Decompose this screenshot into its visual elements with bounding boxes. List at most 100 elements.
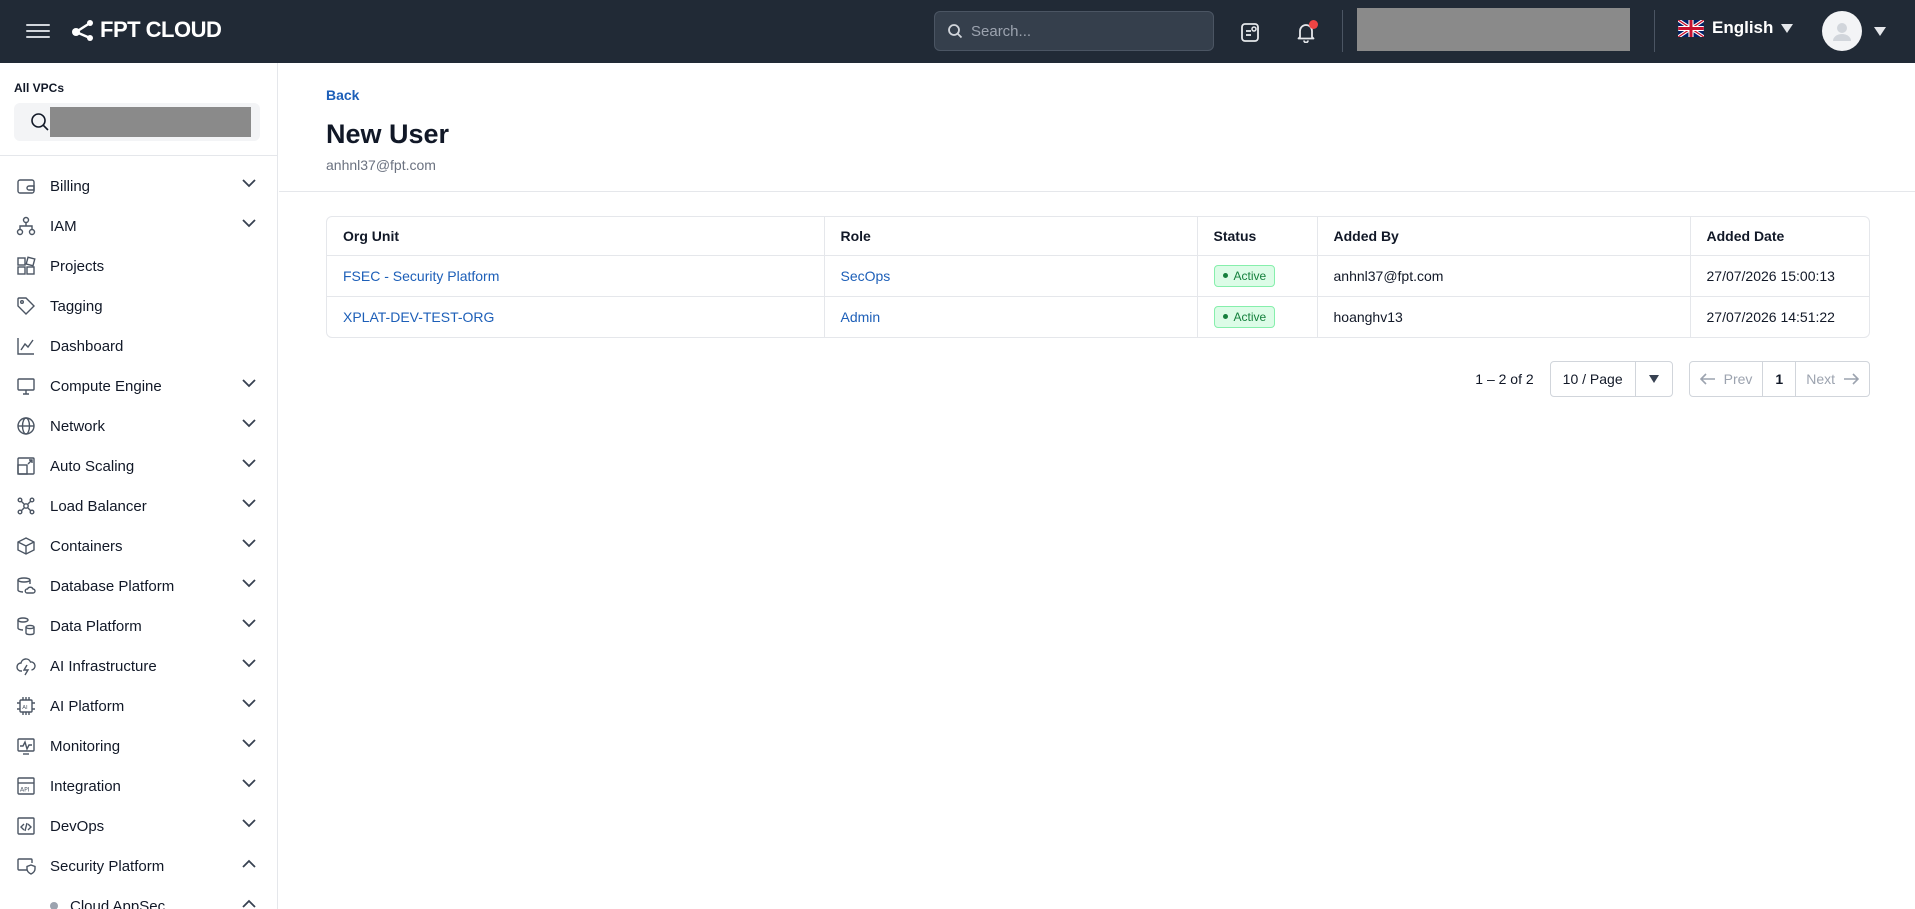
top-bar: FPT CLOUD English: [0, 0, 1915, 63]
activity-icon: [14, 734, 38, 758]
sidebar-item-containers[interactable]: Containers: [0, 526, 277, 566]
language-label: English: [1712, 18, 1774, 37]
globe-icon: [14, 414, 38, 438]
status-badge: Active: [1213, 305, 1276, 328]
sidebar-item-label: Dashboard: [50, 337, 124, 355]
column-header: Added Date: [1690, 217, 1869, 256]
status-label: Active: [1233, 268, 1267, 283]
logo[interactable]: FPT CLOUD: [70, 17, 222, 43]
database-cloud-icon: [14, 574, 38, 598]
sidebar-item-billing[interactable]: Billing: [0, 166, 277, 206]
svg-text:API: API: [20, 787, 30, 794]
monitor-icon: [14, 374, 38, 398]
chevron-down-icon: [242, 699, 256, 708]
sidebar-item-label: Monitoring: [50, 737, 121, 755]
user-avatar[interactable]: [1822, 11, 1862, 51]
caret-down-icon: [1636, 362, 1672, 396]
pagination: 1 – 2 of 2 10 / Page Prev 1 Next: [1475, 361, 1870, 397]
sidebar-item-load-balancer[interactable]: Load Balancer: [0, 486, 277, 526]
network-nodes-icon: [14, 494, 38, 518]
org-unit-link[interactable]: FSEC - Security Platform: [343, 268, 499, 284]
chevron-down-icon: [242, 419, 256, 428]
page-subtitle: anhnl37@fpt.com: [326, 157, 436, 173]
sidebar-item-label: Projects: [50, 257, 105, 275]
prev-label: Prev: [1723, 371, 1753, 387]
sidebar-item-integration[interactable]: API Integration: [0, 766, 277, 806]
chevron-down-icon: [242, 219, 256, 228]
table-row: XPLAT-DEV-TEST-ORG Admin Active hoanghv1…: [327, 296, 1869, 337]
sidebar-item-monitoring[interactable]: Monitoring: [0, 726, 277, 766]
column-header: Org Unit: [327, 217, 825, 256]
notifications-button[interactable]: [1292, 18, 1320, 46]
status-label: Active: [1233, 309, 1267, 324]
page-title: New User: [326, 119, 450, 149]
column-header: Status: [1197, 217, 1318, 256]
box-icon: [14, 534, 38, 558]
sidebar-item-ai-platform[interactable]: AI AI Platform: [0, 686, 277, 726]
sidebar-item-label: Database Platform: [50, 577, 175, 595]
sidebar-item-label: Compute Engine: [50, 377, 162, 395]
sidebar-item-auto-scaling[interactable]: Auto Scaling: [0, 446, 277, 486]
added-by-cell: anhnl37@fpt.com: [1317, 255, 1691, 297]
sidebar-item-data-platform[interactable]: Data Platform: [0, 606, 277, 646]
next-page-button[interactable]: Next: [1796, 362, 1869, 396]
language-selector[interactable]: English: [1678, 18, 1794, 38]
chevron-up-icon: [242, 859, 256, 868]
pagination-range: 1 – 2 of 2: [1475, 371, 1534, 387]
sidebar-item-label: Integration: [50, 777, 121, 795]
brand-name: FPT CLOUD: [100, 17, 222, 42]
fpt-logo-icon: [72, 20, 93, 41]
sidebar-item-security-platform[interactable]: Security Platform: [0, 846, 277, 886]
chevron-down-icon: [242, 739, 256, 748]
menu-icon[interactable]: [26, 20, 50, 42]
current-page-button[interactable]: 1: [1763, 362, 1797, 396]
role-link[interactable]: Admin: [841, 309, 881, 325]
chevron-down-icon: [242, 379, 256, 388]
sidebar-item-projects[interactable]: Projects: [0, 246, 277, 286]
sidebar-item-label: Tagging: [50, 297, 103, 315]
sidebar-item-compute-engine[interactable]: Compute Engine: [0, 366, 277, 406]
sidebar-item-network[interactable]: Network: [0, 406, 277, 446]
sidebar-item-label: Containers: [50, 537, 123, 555]
blocks-icon: [14, 254, 38, 278]
account-menu-caret-icon[interactable]: [1874, 27, 1886, 36]
table-row: FSEC - Security Platform SecOps Active a…: [327, 255, 1869, 297]
support-ticket-button[interactable]: [1236, 18, 1264, 46]
header-divider: [1342, 10, 1343, 52]
sidebar-item-iam[interactable]: IAM: [0, 206, 277, 246]
role-link[interactable]: SecOps: [841, 268, 891, 284]
svg-text:AI: AI: [22, 705, 28, 711]
global-search[interactable]: [934, 11, 1214, 51]
status-dot-icon: [1222, 273, 1228, 278]
sidebar-item-label: AI Infrastructure: [50, 657, 157, 675]
page-size-value: 10 / Page: [1551, 362, 1636, 396]
sidebar-item-dashboard[interactable]: Dashboard: [0, 326, 277, 366]
chevron-up-icon: [242, 899, 256, 908]
ai-chip-icon: AI: [14, 694, 38, 718]
search-icon: [948, 24, 963, 39]
redacted-region: [50, 107, 251, 137]
search-icon: [31, 113, 49, 131]
prev-page-button[interactable]: Prev: [1690, 362, 1764, 396]
clipboard-user-icon: [1241, 23, 1259, 42]
scaling-icon: [14, 454, 38, 478]
header-divider: [1654, 10, 1655, 52]
added-date-cell: 27/07/2026 15:00:13: [1690, 255, 1869, 297]
status-dot-icon: [1222, 314, 1228, 320]
page-size-select[interactable]: 10 / Page: [1549, 361, 1673, 397]
back-link[interactable]: Back: [326, 87, 359, 103]
user-icon: [1833, 23, 1851, 41]
code-file-icon: [14, 814, 38, 838]
org-unit-link[interactable]: XPLAT-DEV-TEST-ORG: [343, 309, 494, 325]
sidebar-item-devops[interactable]: DevOps: [0, 806, 277, 846]
sidebar-item-tagging[interactable]: Tagging: [0, 286, 277, 326]
table-header-row: Org Unit Role Status Added By Added Date: [327, 217, 1869, 256]
column-header: Role: [824, 217, 1198, 256]
vpc-search-field[interactable]: [14, 103, 260, 141]
sidebar-item-database-platform[interactable]: Database Platform: [0, 566, 277, 606]
sidebar-item-ai-infrastructure[interactable]: AI Infrastructure: [0, 646, 277, 686]
sidebar-item-label: Billing: [50, 177, 91, 195]
search-input[interactable]: [971, 22, 1191, 40]
tag-icon: [14, 294, 38, 318]
sidebar-subitem-cloud-appsec[interactable]: Cloud AppSec: [0, 886, 277, 909]
